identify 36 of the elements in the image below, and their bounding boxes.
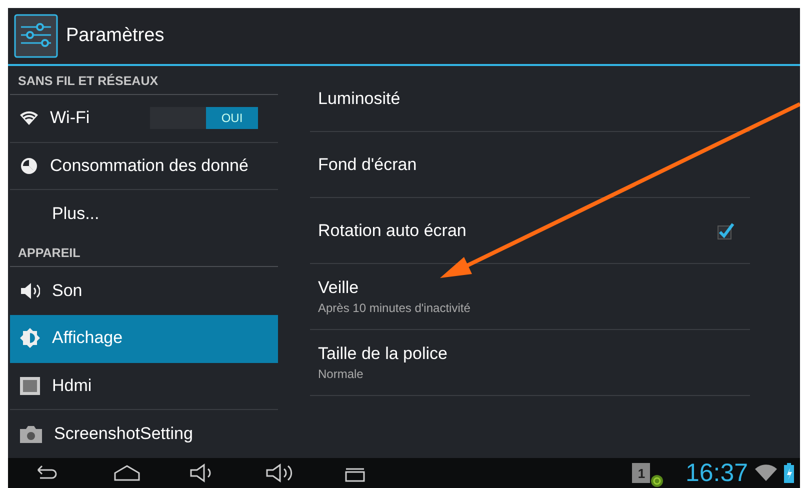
setting-title: Luminosité [318, 88, 402, 108]
sidebar-item[interactable]: Wi-Fi OUI [10, 95, 278, 143]
notification-icon[interactable]: 1 [632, 463, 650, 483]
brightness-icon [20, 328, 40, 348]
sidebar-item[interactable]: ScreenshotSetting [10, 410, 278, 458]
wifi-signal-icon [754, 463, 778, 483]
screen-icon [20, 376, 40, 395]
setting-row[interactable]: Fond d'écran [310, 132, 750, 198]
setting-title: Rotation auto écran [318, 220, 468, 240]
camera-icon [20, 424, 42, 443]
sidebar-item[interactable]: Hdmi [10, 362, 278, 410]
setting-summary: Normale [318, 367, 364, 381]
sidebar-item[interactable]: Plus... [10, 190, 278, 238]
checkbox[interactable] [716, 220, 736, 240]
setting-title: Fond d'écran [318, 154, 418, 174]
setting-row[interactable]: Luminosité [310, 66, 750, 132]
setting-title: Veille [318, 278, 360, 298]
clock: 16:37 [685, 458, 748, 488]
section-header: APPAREIL [10, 238, 278, 268]
setting-row[interactable]: Rotation auto écran [310, 198, 750, 264]
settings-icon[interactable] [14, 14, 58, 58]
setting-summary: Après 10 minutes d'inactivité [318, 301, 472, 315]
setting-title: Taille de la police [318, 344, 448, 364]
setting-row[interactable]: Taille de la police Normale [310, 330, 750, 396]
sidebar-item[interactable]: Son [10, 267, 278, 315]
section-header: SANS FIL ET RÉSEAUX [10, 66, 278, 95]
pie-icon [20, 157, 38, 176]
sync-icon [651, 475, 664, 487]
battery-icon [784, 463, 794, 483]
app-title: Paramètres [66, 25, 164, 47]
speaker-icon [20, 282, 40, 300]
sidebar-item[interactable]: Affichage [10, 314, 278, 363]
sidebar-item[interactable]: Consommation des donné [10, 142, 278, 190]
volume-up-button[interactable] [264, 461, 294, 485]
wifi-icon [20, 111, 38, 126]
wifi-toggle[interactable]: OUI [150, 107, 258, 130]
